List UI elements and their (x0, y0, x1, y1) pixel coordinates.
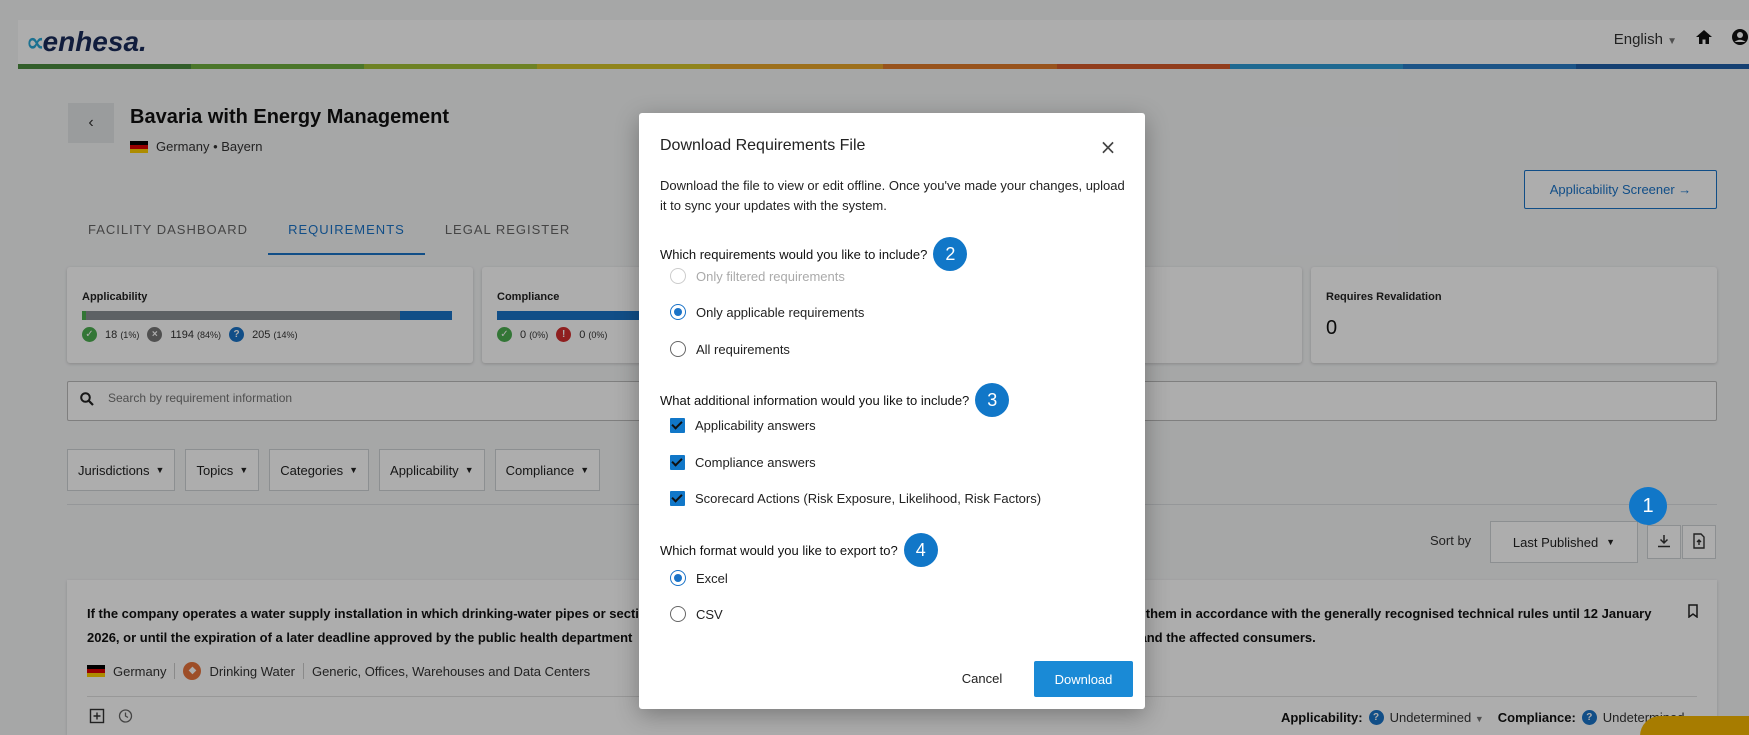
download-requirements-modal: Download Requirements File × Download th… (639, 113, 1145, 709)
option-applicability-answers[interactable]: Applicability answers (670, 418, 816, 433)
option-excel[interactable]: Excel (670, 570, 728, 586)
question-text: Which requirements would you like to inc… (660, 246, 928, 262)
option-compliance-answers[interactable]: Compliance answers (670, 455, 816, 470)
question-additional-info: What additional information would you li… (660, 383, 1010, 417)
modal-title: Download Requirements File (660, 137, 866, 154)
question-format: Which format would you like to export to… (660, 533, 938, 567)
option-all-requirements[interactable]: All requirements (670, 341, 790, 357)
option-label: Only applicable requirements (696, 304, 865, 320)
radio-button[interactable] (670, 570, 686, 586)
option-label: CSV (696, 606, 723, 622)
radio-button[interactable] (670, 606, 686, 622)
question-text: Which format would you like to export to… (660, 542, 898, 558)
question-text: What additional information would you li… (660, 392, 970, 408)
option-label: Only filtered requirements (696, 268, 845, 284)
option-label: Compliance answers (695, 455, 816, 470)
option-label: Excel (696, 570, 728, 586)
option-scorecard-actions[interactable]: Scorecard Actions (Risk Exposure, Likeli… (670, 491, 1041, 506)
option-csv[interactable]: CSV (670, 606, 723, 622)
step-marker-1: 1 (1629, 487, 1667, 525)
checkbox[interactable] (670, 418, 685, 433)
radio-button[interactable] (670, 341, 686, 357)
step-marker-4: 4 (903, 533, 938, 567)
option-only-applicable[interactable]: Only applicable requirements (670, 304, 864, 320)
radio-button[interactable] (670, 268, 686, 284)
download-button[interactable]: Download (1034, 661, 1133, 697)
cancel-button[interactable]: Cancel (947, 661, 1017, 695)
option-label: All requirements (696, 341, 790, 357)
option-label: Applicability answers (695, 418, 816, 433)
question-requirements: Which requirements would you like to inc… (660, 237, 968, 271)
modal-description: Download the file to view or edit offlin… (660, 178, 1125, 213)
step-marker-3: 3 (975, 383, 1010, 417)
checkbox[interactable] (670, 455, 685, 470)
option-only-filtered[interactable]: Only filtered requirements (670, 268, 845, 284)
option-label: Scorecard Actions (Risk Exposure, Likeli… (695, 491, 1042, 506)
radio-button[interactable] (670, 304, 686, 320)
close-icon[interactable]: × (1096, 135, 1120, 159)
checkbox[interactable] (670, 491, 685, 506)
step-marker-2: 2 (933, 237, 968, 271)
